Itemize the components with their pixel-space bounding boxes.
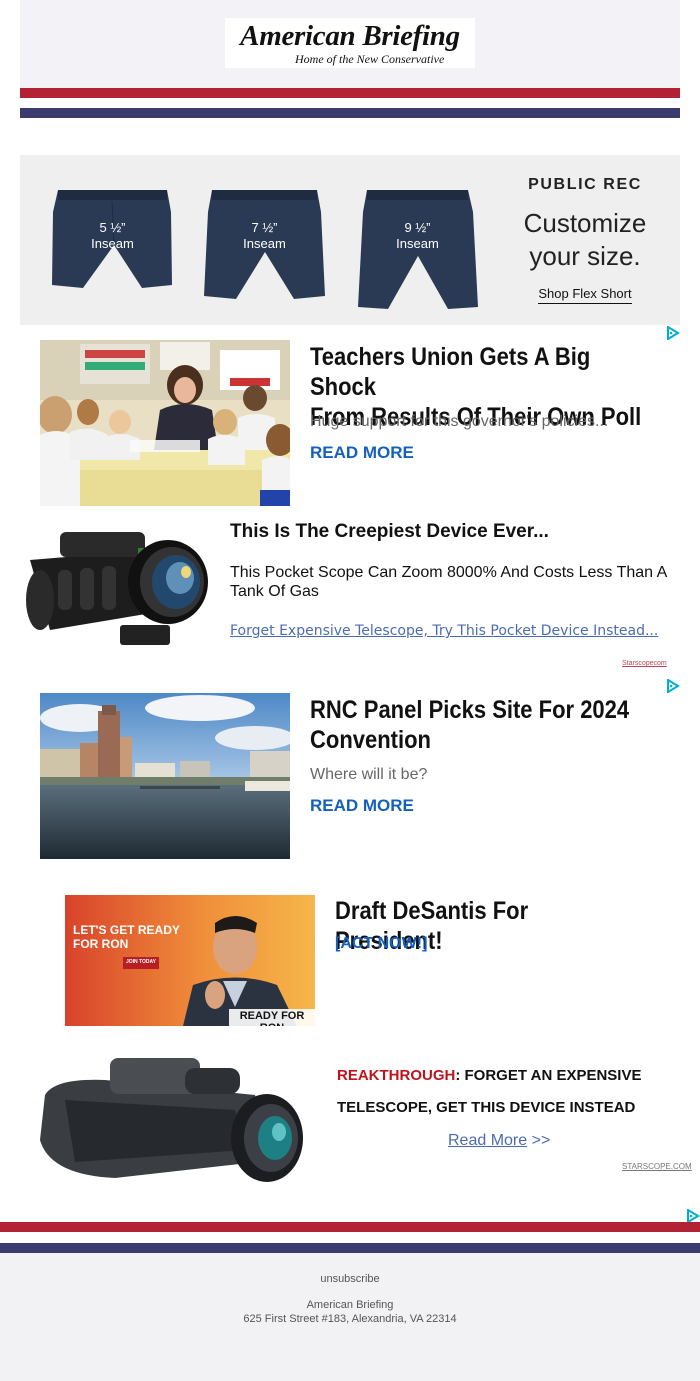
site-logo[interactable]: American Briefing Home of the New Conser…: [225, 18, 475, 68]
adchoices-icon[interactable]: [666, 325, 680, 341]
article-image-classroom[interactable]: [40, 340, 290, 506]
pocket-scope-image[interactable]: [20, 520, 220, 650]
scope-ad-title[interactable]: This Is The Creepiest Device Ever...: [230, 521, 670, 543]
ad-brand: PUBLIC REC: [528, 176, 642, 193]
logo-tagline: Home of the New Conservative: [295, 52, 445, 66]
shorts-image-7: 7 ½” Inseam: [202, 190, 327, 299]
article-title[interactable]: RNC Panel Picks Site For 2024 Convention: [310, 695, 662, 755]
shorts-image-5: 5 ½” Inseam: [50, 190, 175, 290]
short-size-label: 9 ½” Inseam: [396, 220, 439, 251]
short-size-label: 5 ½” Inseam: [91, 220, 134, 251]
shorts-image-9: 9 ½” Inseam: [355, 190, 480, 309]
unsubscribe-link[interactable]: unsubscribe: [0, 1273, 700, 1285]
breakthrough-headline[interactable]: REAKTHROUGH: FORGET AN EXPENSIVE: [337, 1066, 677, 1086]
banner-caption: READY FOR RON: [239, 1010, 305, 1026]
breakthrough-headline-2[interactable]: TELESCOPE, GET THIS DEVICE INSTEAD: [337, 1098, 677, 1118]
scope-ad-link[interactable]: Forget Expensive Telescope, Try This Poc…: [230, 622, 670, 640]
read-more-link[interactable]: READ MORE: [310, 443, 460, 463]
shop-flex-short-link[interactable]: Shop Flex Short: [510, 286, 660, 304]
banner-join-button: JOIN TODAY: [125, 959, 156, 965]
logo-title: American Briefing: [240, 20, 460, 52]
footer-company-name: American Briefing: [306, 1299, 394, 1311]
banner-text: LET'S GET READY FOR RON: [73, 923, 180, 951]
scope-ad-body: This Pocket Scope Can Zoom 8000% And Cos…: [230, 564, 667, 600]
adchoices-icon[interactable]: [686, 1208, 700, 1224]
public-rec-ad[interactable]: 5 ½” Inseam 7 ½” Inseam 9 ½” Inseam PUBL…: [20, 155, 680, 325]
short-size-label: 7 ½” Inseam: [243, 220, 286, 251]
footer-address: 625 First Street #183, Alexandria, VA 22…: [243, 1313, 457, 1325]
act-now-link[interactable]: [ACT NOW!]: [335, 934, 675, 954]
adchoices-icon[interactable]: [666, 678, 680, 694]
blue-stripe: [20, 108, 680, 118]
breakthrough-source[interactable]: STARSCOPE.COM: [622, 1162, 692, 1172]
read-more-link[interactable]: READ MORE: [310, 796, 460, 816]
article-image-riverfront[interactable]: [40, 693, 290, 859]
red-stripe: [0, 1222, 700, 1232]
desantis-banner[interactable]: LET'S GET READY FOR RON JOIN TODAY READY…: [65, 895, 315, 1026]
email-footer: unsubscribe American Briefing 625 First …: [0, 1253, 700, 1381]
article-subtitle: Huge support for this governor's policie…: [310, 413, 609, 430]
ad-headline: Customize your size.: [523, 208, 647, 271]
article-subtitle: Where will it be?: [310, 766, 428, 783]
read-more-link[interactable]: Read More >>: [448, 1131, 648, 1151]
blue-stripe: [0, 1243, 700, 1253]
scope-ad-source[interactable]: Starscopecom: [622, 659, 672, 668]
monocular-image[interactable]: [35, 1050, 310, 1190]
red-stripe: [20, 88, 680, 98]
